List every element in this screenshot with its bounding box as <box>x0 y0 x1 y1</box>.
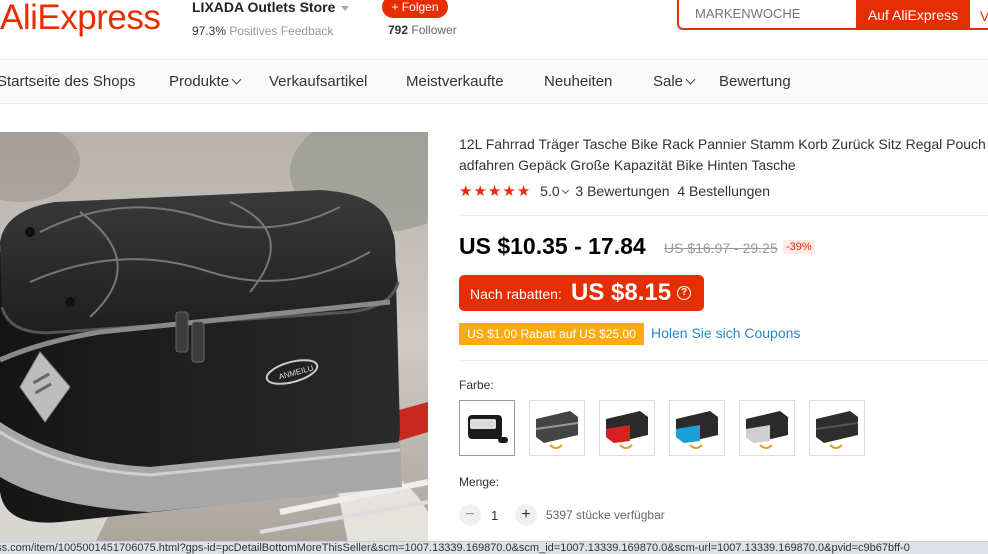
nav-item-label: Bewertung <box>719 73 791 90</box>
product-title-line-2: adfahren Gepäck Große Kapazität Bike Hin… <box>459 157 796 173</box>
aliexpress-logo[interactable]: AliExpress <box>0 0 161 38</box>
original-price: US $16.97 - 29.25 <box>664 240 778 256</box>
nav-item-label: Sale <box>653 73 684 90</box>
feedback-label: Positives Feedback <box>229 24 334 38</box>
bike-bag-photo: ANMEILU <box>0 132 428 553</box>
rating-value[interactable]: 5.0 <box>540 183 569 199</box>
bag-thumbnail-icon <box>535 411 579 449</box>
chevron-down-icon <box>231 74 242 85</box>
nav-item-label: Verkaufsartikel <box>269 73 368 90</box>
nav-item-label: Neuheiten <box>544 73 613 90</box>
nav-item-sale[interactable]: Sale <box>653 73 696 90</box>
bag-thumbnail-icon <box>746 411 788 449</box>
coupon-tag[interactable]: US $1.00 Rabatt auf US $25.00 <box>458 323 644 345</box>
chevron-down-icon <box>561 186 569 195</box>
nav-item-label: Startseite des Shops <box>0 73 136 90</box>
bag-thumbnail-icon <box>676 411 718 449</box>
search-site-button[interactable]: V <box>970 0 988 30</box>
star-icon: ★ <box>502 183 516 200</box>
followers-label: Follower <box>411 23 457 37</box>
discount-badge: -39% <box>783 240 815 254</box>
divider <box>459 360 988 361</box>
divider <box>459 215 988 216</box>
order-count: 4 Bestellungen <box>677 183 771 199</box>
chevron-down-icon[interactable] <box>341 5 350 11</box>
product-main-image[interactable]: ANMEILU <box>0 132 428 553</box>
search-box[interactable] <box>677 0 857 30</box>
nav-item-reviews[interactable]: Bewertung <box>719 73 791 90</box>
discounted-price-label: Nach rabatten: <box>470 286 562 302</box>
store-feedback: 97.3% Positives Feedback <box>192 24 333 38</box>
color-swatch-black-small[interactable] <box>459 400 515 456</box>
followers-number: 792 <box>388 23 409 37</box>
chevron-down-icon <box>685 74 696 85</box>
search-input[interactable] <box>695 6 855 21</box>
color-swatch-blue[interactable] <box>669 400 725 456</box>
search-button[interactable]: Auf AliExpress <box>856 0 970 30</box>
nav-item-new[interactable]: Neuheiten <box>544 73 612 90</box>
store-nav: Startseite des Shops Produkte Verkaufsar… <box>0 60 988 104</box>
store-name[interactable]: LIXADA Outlets Store <box>192 0 350 15</box>
product-title: 12L Fahrrad Träger Tasche Bike Rack Pann… <box>459 134 988 176</box>
nav-item-home[interactable]: Startseite des Shops <box>0 73 135 90</box>
color-swatch-black[interactable] <box>809 400 865 456</box>
rating-value-text: 5.0 <box>540 183 560 199</box>
review-count-link[interactable]: 3 Bewertungen <box>575 183 669 199</box>
quantity-increase-button[interactable]: + <box>515 504 537 526</box>
star-icon: ★ <box>459 183 473 200</box>
stock-available: 5397 stücke verfügbar <box>546 508 665 522</box>
color-swatch-grey[interactable] <box>739 400 795 456</box>
discounted-price-banner: Nach rabatten: US $8.15 ? <box>459 275 704 311</box>
follower-count: 792 Follower <box>388 23 457 37</box>
star-icon: ★ <box>487 183 502 200</box>
nav-item-label: Produkte <box>169 73 230 90</box>
status-url: ess.com/item/1005001451706075.html?gps-i… <box>0 542 910 554</box>
bag-thumbnail-icon <box>606 411 648 449</box>
price-range: US $10.35 - 17.84 <box>459 233 646 259</box>
star-icon: ★ <box>473 183 487 200</box>
rating-row: ★★★★★ 5.0 3 Bewertungen 4 Bestellungen <box>459 182 770 200</box>
bag-thumbnail-icon <box>815 411 859 449</box>
help-icon[interactable]: ? <box>677 286 691 300</box>
follow-button[interactable]: + Folgen <box>382 0 448 18</box>
browser-status-bar: ess.com/item/1005001451706075.html?gps-i… <box>0 541 988 554</box>
color-swatch-red[interactable] <box>599 400 655 456</box>
color-label: Farbe: <box>459 378 494 392</box>
bag-thumbnail-icon <box>468 415 508 443</box>
get-coupons-link[interactable]: Holen Sie sich Coupons <box>651 325 800 341</box>
nav-item-bestsellers[interactable]: Meistverkaufte <box>406 73 504 90</box>
site-header: AliExpress LIXADA Outlets Store 97.3% Po… <box>0 0 988 60</box>
quantity-value[interactable]: 1 <box>491 508 498 523</box>
nav-item-sale-items[interactable]: Verkaufsartikel <box>269 73 367 90</box>
product-title-line-1: 12L Fahrrad Träger Tasche Bike Rack Pann… <box>459 136 986 152</box>
star-icon: ★ <box>516 183 531 200</box>
discounted-price-value: US $8.15 <box>571 279 672 306</box>
store-name-text[interactable]: LIXADA Outlets Store <box>192 0 335 15</box>
nav-item-label: Meistverkaufte <box>406 73 504 90</box>
nav-item-products[interactable]: Produkte <box>169 73 242 90</box>
quantity-label: Menge: <box>459 475 500 489</box>
feedback-percent: 97.3% <box>192 24 227 38</box>
color-swatch-black-grey[interactable] <box>529 400 585 456</box>
quantity-decrease-button[interactable]: − <box>459 504 481 526</box>
